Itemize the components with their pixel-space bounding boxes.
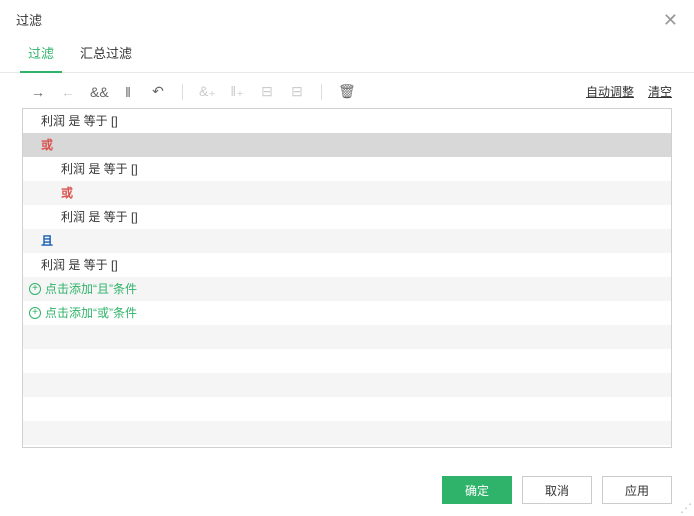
dialog-title: 过滤: [16, 10, 42, 29]
empty-row: [23, 397, 671, 421]
operator-or: 或: [41, 133, 53, 157]
auto-adjust-link[interactable]: 自动调整: [586, 83, 634, 100]
rule-row-and[interactable]: 且: [23, 229, 671, 253]
toolbar-divider: [182, 84, 183, 100]
rule-row[interactable]: 利润 是 等于 []: [23, 109, 671, 133]
add-amp-icon[interactable]: &₊: [199, 83, 215, 100]
empty-row: [23, 325, 671, 349]
condition: 利润 是 等于 []: [61, 205, 138, 229]
toolbar-divider-2: [321, 84, 322, 100]
operator-and: 且: [41, 229, 53, 253]
tabs: 过滤 汇总过滤: [0, 35, 694, 73]
rules-area[interactable]: 利润 是 等于 [] 或 利润 是 等于 [] 或 利润 是 等于 [] 且 利…: [22, 108, 672, 448]
ampersand-icon[interactable]: &&: [90, 84, 106, 100]
rule-row-or[interactable]: 或: [23, 181, 671, 205]
add-and-row[interactable]: + 点击添加“且”条件: [23, 277, 671, 301]
condition: 利润 是 等于 []: [41, 253, 118, 277]
empty-row: [23, 373, 671, 397]
arrow-left-icon[interactable]: ←: [60, 84, 76, 100]
empty-row: [23, 421, 671, 445]
tab-filter[interactable]: 过滤: [24, 35, 58, 72]
ok-button[interactable]: 确定: [442, 476, 512, 504]
toolbar: → ← && ‖ ↶ &₊ ‖₊ ⊟ ⊟ 🗑 自动调整 清空: [0, 73, 694, 108]
clear-link[interactable]: 清空: [648, 83, 672, 100]
group1-icon[interactable]: ⊟: [259, 83, 275, 100]
rule-row[interactable]: 利润 是 等于 []: [23, 205, 671, 229]
pipe-icon[interactable]: ‖: [120, 84, 136, 100]
condition: 利润 是 等于 []: [41, 109, 118, 133]
rule-row[interactable]: 利润 是 等于 []: [23, 253, 671, 277]
group2-icon[interactable]: ⊟: [289, 83, 305, 100]
add-and-label: 点击添加“且”条件: [45, 277, 137, 301]
add-or-row[interactable]: + 点击添加“或”条件: [23, 301, 671, 325]
plus-icon: +: [29, 307, 41, 319]
delete-icon[interactable]: 🗑: [338, 83, 354, 100]
dialog-header: 过滤 ✕: [0, 0, 694, 35]
arrow-right-icon[interactable]: →: [30, 84, 46, 100]
add-and-link[interactable]: + 点击添加“且”条件: [29, 277, 137, 301]
add-pipe-icon[interactable]: ‖₊: [229, 83, 245, 100]
undo-icon[interactable]: ↶: [150, 83, 166, 100]
plus-icon: +: [29, 283, 41, 295]
rule-row[interactable]: 利润 是 等于 []: [23, 157, 671, 181]
apply-button[interactable]: 应用: [602, 476, 672, 504]
condition: 利润 是 等于 []: [61, 157, 138, 181]
empty-row: [23, 349, 671, 373]
rule-row-or[interactable]: 或: [23, 133, 671, 157]
resize-handle-icon[interactable]: ⋰: [680, 502, 692, 514]
footer: 确定 取消 应用: [442, 476, 672, 504]
add-or-link[interactable]: + 点击添加“或”条件: [29, 301, 137, 325]
operator-or: 或: [61, 181, 73, 205]
cancel-button[interactable]: 取消: [522, 476, 592, 504]
tab-summary-filter[interactable]: 汇总过滤: [76, 35, 136, 72]
add-or-label: 点击添加“或”条件: [45, 301, 137, 325]
close-icon[interactable]: ✕: [663, 11, 678, 29]
